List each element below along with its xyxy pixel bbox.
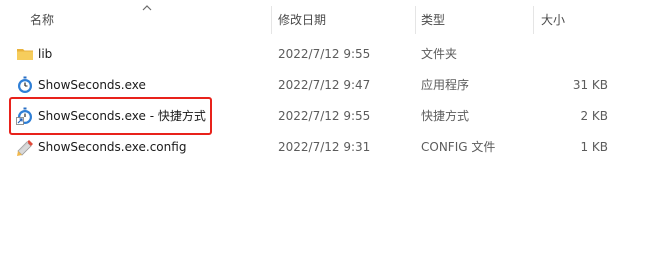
file-modified-date: 2022/7/12 9:55 (278, 47, 371, 61)
file-row-lib[interactable]: lib 2022/7/12 9:55 文件夹 (0, 39, 645, 70)
file-size: 2 KB (580, 109, 608, 123)
file-modified-date: 2022/7/12 9:55 (278, 109, 371, 123)
file-name: lib (38, 47, 53, 61)
sort-ascending-icon[interactable] (141, 2, 153, 12)
file-type: 快捷方式 (421, 109, 470, 123)
file-type: CONFIG 文件 (421, 140, 496, 154)
file-name: ShowSeconds.exe.config (38, 140, 187, 154)
folder-icon (17, 49, 33, 60)
file-type: 文件夹 (421, 47, 458, 61)
column-name-header[interactable]: 名称 (30, 0, 54, 36)
config-file-icon (17, 140, 33, 156)
file-row-config[interactable]: ShowSeconds.exe.config 2022/7/12 9:31 CO… (0, 132, 645, 163)
column-header-row: 名称 修改日期 类型 大小 (0, 0, 645, 36)
column-divider[interactable] (533, 6, 534, 34)
stopwatch-app-icon (18, 76, 32, 93)
file-modified-date: 2022/7/12 9:47 (278, 78, 371, 92)
file-modified-date: 2022/7/12 9:31 (278, 140, 371, 154)
file-size: 1 KB (580, 140, 608, 154)
file-size: 31 KB (572, 78, 608, 92)
column-divider[interactable] (415, 6, 416, 34)
file-type: 应用程序 (421, 78, 470, 92)
highlight-annotation-box (9, 97, 212, 135)
column-size-header[interactable]: 大小 (541, 0, 565, 36)
column-type-header[interactable]: 类型 (421, 0, 445, 36)
column-modified-header[interactable]: 修改日期 (278, 0, 326, 36)
column-divider[interactable] (271, 6, 272, 34)
